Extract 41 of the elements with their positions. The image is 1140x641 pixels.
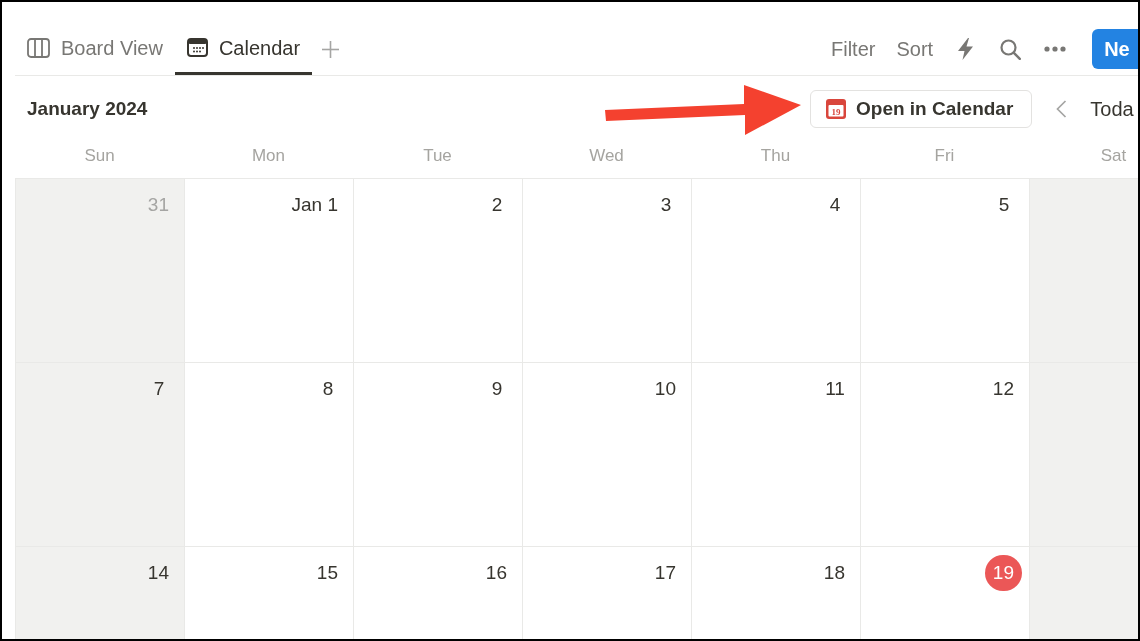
- date-number: 4: [828, 192, 842, 217]
- date-number: Jan 1: [290, 192, 339, 217]
- weekday-label: Thu: [760, 145, 791, 168]
- date-number: 14: [146, 560, 170, 585]
- date-number: 3: [659, 192, 673, 217]
- date-number: 31: [146, 192, 170, 217]
- lightning-icon[interactable]: [958, 38, 974, 60]
- today-button[interactable]: Toda: [1090, 94, 1134, 124]
- search-icon[interactable]: [1000, 38, 1022, 60]
- calendar-icon: [186, 38, 208, 57]
- date-number: 17: [653, 560, 677, 585]
- view-tab[interactable]: Calendar: [174, 18, 313, 75]
- more-icon[interactable]: [1044, 46, 1067, 52]
- date-number: 7: [152, 376, 166, 401]
- date-number: 16: [484, 560, 508, 585]
- sort-button[interactable]: Sort: [896, 34, 934, 64]
- date-number: 15: [315, 560, 339, 585]
- date-number: 8: [321, 376, 335, 401]
- chevron-left-icon[interactable]: [1056, 100, 1068, 118]
- month-title: January 2024: [27, 97, 148, 119]
- date-number: 11: [824, 376, 846, 401]
- columns-icon: [27, 37, 50, 58]
- weekday-label: Sun: [84, 145, 115, 168]
- open-in-calendar-button[interactable]: 19 Open in Calendar: [810, 90, 1033, 128]
- view-tab[interactable]: Board View: [15, 18, 175, 75]
- new-button[interactable]: Ne: [1092, 29, 1138, 69]
- weekday-label: Fri: [934, 145, 955, 168]
- date-number: 12: [991, 376, 1015, 401]
- date-number: 18: [822, 560, 846, 585]
- today-date: 19: [984, 555, 1022, 591]
- plus-icon[interactable]: [321, 39, 341, 59]
- date-number: 10: [653, 376, 677, 401]
- filter-button[interactable]: Filter: [831, 34, 876, 64]
- calendar-icon: 19: [826, 99, 846, 119]
- weekday-label: Sat: [1100, 145, 1127, 168]
- date-number: 2: [490, 192, 504, 217]
- date-number: 9: [490, 376, 504, 401]
- weekday-label: Mon: [251, 145, 286, 168]
- date-number: 5: [997, 192, 1011, 217]
- weekday-label: Tue: [423, 145, 452, 168]
- weekday-label: Wed: [589, 145, 624, 168]
